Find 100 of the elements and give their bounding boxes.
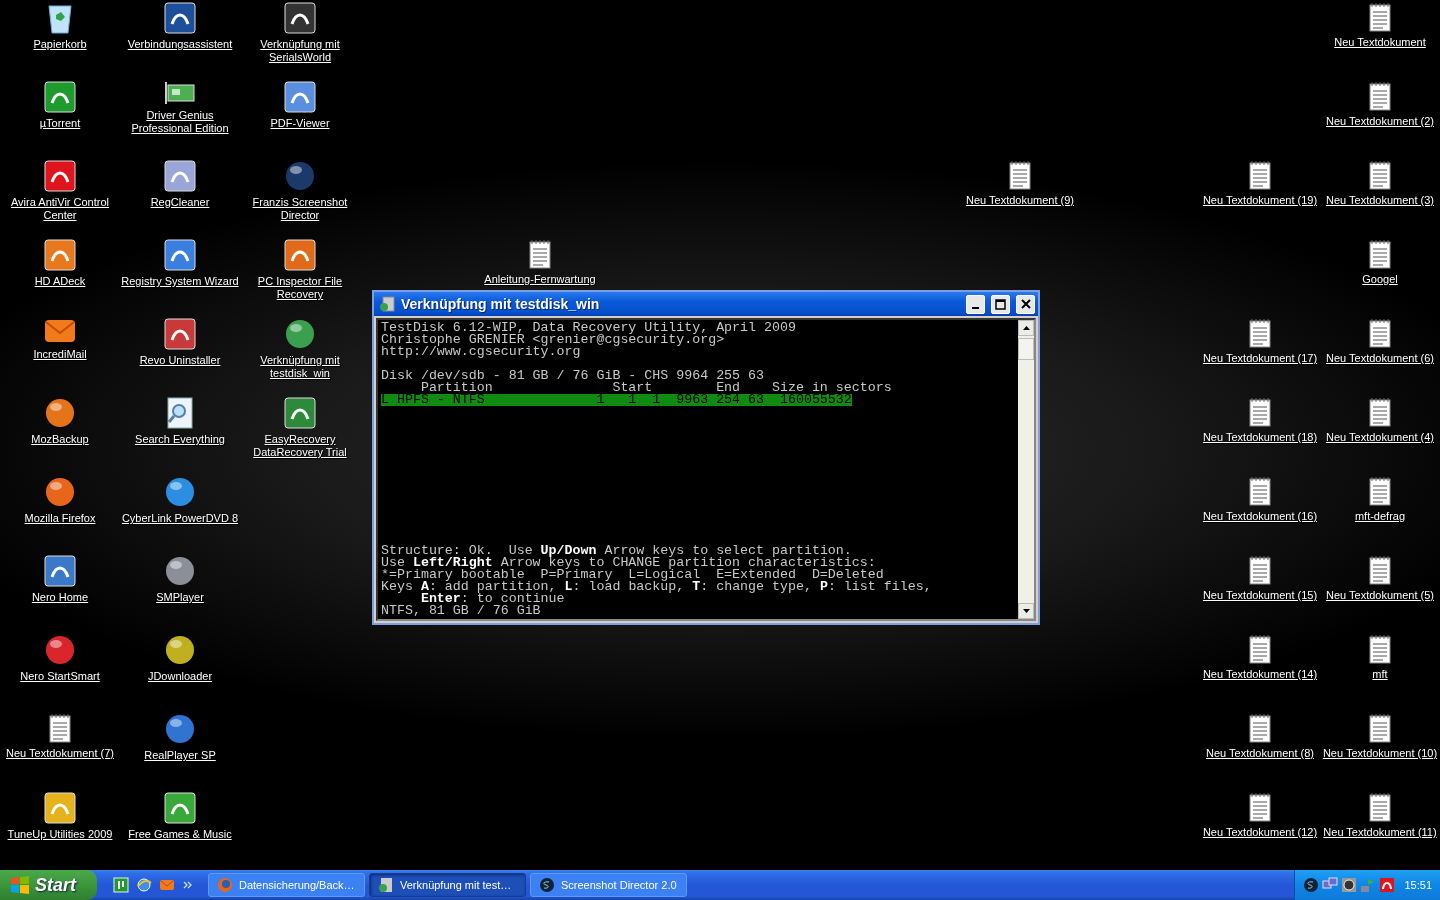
- task-button[interactable]: Datensicherung/Back…: [208, 873, 365, 897]
- icon-label[interactable]: Neu Textdokument (16): [1202, 510, 1318, 523]
- console-line: Christophe GRENIER <grenier@cgsecurity.org>: [381, 334, 725, 346]
- icon-label[interactable]: Nero StartSmart: [20, 670, 100, 683]
- table-header: Partition Start End Size in sectors: [420, 382, 893, 394]
- icon-label[interactable]: Googel: [1362, 273, 1398, 286]
- icon-label[interactable]: Neu Textdokument (10): [1322, 747, 1438, 760]
- icon-label[interactable]: IncrediMail: [33, 348, 87, 361]
- disc-icon[interactable]: [1303, 877, 1319, 893]
- console-line: Enter: to continue: [419, 593, 566, 605]
- partition-row[interactable]: L HPFS - NTFS 1 1 1 9963 254 63 160055532: [381, 394, 852, 406]
- icon-label[interactable]: RealPlayer SP: [144, 749, 216, 762]
- icon-label[interactable]: Nero Home: [31, 591, 89, 604]
- icon-label[interactable]: µTorrent: [39, 117, 81, 130]
- scroll-thumb[interactable]: [1018, 338, 1034, 360]
- document-icon: [1369, 792, 1391, 822]
- icon-label[interactable]: Driver Genius Professional Edition: [121, 109, 239, 135]
- ball-icon: [284, 318, 316, 350]
- console-line: Structure: Ok. Use Up/Down Arrow keys to select partition.: [381, 545, 852, 557]
- icon-label[interactable]: Neu Textdokument (5): [1326, 589, 1434, 602]
- icon-label[interactable]: Neu Textdokument (15): [1202, 589, 1318, 602]
- icon-label[interactable]: PC Inspector File Recovery: [241, 275, 359, 301]
- tile-icon[interactable]: [1379, 877, 1395, 893]
- console-line: NTFS, 81 GB / 76 GiB: [381, 605, 542, 617]
- document-icon: [1249, 634, 1271, 664]
- icon-label[interactable]: Mozilla Firefox: [24, 512, 96, 525]
- icon-label[interactable]: HD ADeck: [34, 275, 86, 288]
- scroll-down-button[interactable]: [1018, 603, 1034, 619]
- icon-label[interactable]: Neu Textdokument (19): [1202, 194, 1318, 207]
- icon-label[interactable]: Neu Textdokument (14): [1202, 668, 1318, 681]
- icon-label[interactable]: Free Games & Music: [128, 828, 232, 841]
- console-line: Use Left/Right Arrow keys to CHANGE partition characteristics:: [381, 557, 876, 569]
- minimize-button[interactable]: [966, 294, 985, 314]
- tile-icon: [44, 160, 76, 192]
- document-icon: [1369, 634, 1391, 664]
- document-icon: [1249, 476, 1271, 506]
- tile-icon: [44, 81, 76, 113]
- icon-label[interactable]: Papierkorb: [33, 38, 87, 51]
- icon-label[interactable]: Anleitung-Fernwartung: [484, 273, 596, 286]
- document-icon: [529, 239, 551, 269]
- icon-label[interactable]: Verbindungsassistent: [127, 38, 233, 51]
- icon-label[interactable]: Neu Textdokument (11): [1323, 826, 1437, 839]
- document-icon: [1249, 792, 1271, 822]
- icon-label[interactable]: Avira AntiVir Control Center: [1, 196, 119, 222]
- tile-icon: [164, 239, 196, 271]
- icon-label[interactable]: Registry System Wizard: [121, 275, 239, 288]
- document-icon: [1369, 476, 1391, 506]
- icon-label[interactable]: MozBackup: [31, 433, 89, 446]
- tile-icon: [284, 397, 316, 429]
- console-line: http://www.cgsecurity.org: [381, 346, 581, 358]
- icon-label[interactable]: Neu Textdokument (4): [1326, 431, 1434, 444]
- icon-label[interactable]: Revo Uninstaller: [139, 354, 221, 367]
- magnifier-icon: [166, 397, 194, 429]
- icon-label[interactable]: PDF-Viewer: [270, 117, 330, 130]
- icon-label[interactable]: JDownloader: [147, 670, 213, 683]
- icon-label[interactable]: Neu Textdokument (2): [1326, 115, 1434, 128]
- icon-label[interactable]: RegCleaner: [150, 196, 210, 209]
- chevron-icon[interactable]: [182, 880, 192, 890]
- close-button[interactable]: [1016, 294, 1035, 314]
- tile-icon: [164, 2, 196, 34]
- icon-label[interactable]: Verknüpfung mit testdisk_win: [241, 354, 359, 380]
- ball-icon: [164, 476, 196, 508]
- icon-label[interactable]: mft: [1372, 668, 1388, 681]
- icon-label[interactable]: Verknüpfung mit SerialsWorld: [241, 38, 359, 64]
- icon-label[interactable]: EasyRecovery DataRecovery Trial: [241, 433, 359, 459]
- document-icon: [1369, 318, 1391, 348]
- maximize-button[interactable]: [991, 294, 1010, 314]
- tile-icon: [164, 318, 196, 350]
- ball-icon: [44, 476, 76, 508]
- icon-label[interactable]: mft-defrag: [1354, 510, 1406, 523]
- icon-label[interactable]: CyberLink PowerDVD 8: [121, 512, 239, 525]
- arrow-up-icon: [1022, 326, 1030, 330]
- icon-label[interactable]: TuneUp Utilities 2009: [7, 828, 113, 841]
- scrollbar[interactable]: [1018, 320, 1034, 619]
- card-icon: [164, 81, 196, 105]
- icon-label[interactable]: Neu Textdokument (3): [1326, 194, 1434, 207]
- document-icon: [1369, 239, 1391, 269]
- arrow-down-icon: [1022, 609, 1030, 613]
- scroll-up-button[interactable]: [1018, 320, 1034, 336]
- tile-icon: [284, 2, 316, 34]
- icon-label[interactable]: Neu Textdokument (9): [966, 194, 1074, 207]
- trash-bin-icon: [45, 2, 75, 34]
- tile-icon[interactable]: [113, 877, 129, 893]
- icon-label[interactable]: Neu Textdokument (6): [1326, 352, 1434, 365]
- icon-label[interactable]: Neu Textdokument (8): [1206, 747, 1314, 760]
- icon-label[interactable]: Neu Textdokument: [1334, 36, 1426, 49]
- start-button[interactable]: Start: [0, 870, 97, 900]
- icon-label[interactable]: Neu Textdokument (7): [6, 747, 114, 760]
- icon-label[interactable]: Search Everything: [135, 433, 225, 446]
- icon-label[interactable]: SMPlayer: [156, 591, 204, 604]
- task-button[interactable]: Verknüpfung mit test…: [369, 873, 526, 897]
- tile-icon: [44, 792, 76, 824]
- icon-label[interactable]: Franzis Screenshot Director: [241, 196, 359, 222]
- icon-label[interactable]: Neu Textdokument (12): [1202, 826, 1318, 839]
- console-line: Keys A: add partition, L: load backup, T: change type, P: list files,: [381, 581, 933, 593]
- icon-label[interactable]: Neu Textdokument (18): [1202, 431, 1318, 444]
- disc-icon[interactable]: [539, 877, 555, 893]
- task-button[interactable]: Screenshot Director 2.0: [530, 873, 687, 897]
- console-line: *=Primary bootable P=Primary L=Logical E=Extended D=Deleted: [381, 569, 884, 581]
- icon-label[interactable]: Neu Textdokument (17): [1202, 352, 1318, 365]
